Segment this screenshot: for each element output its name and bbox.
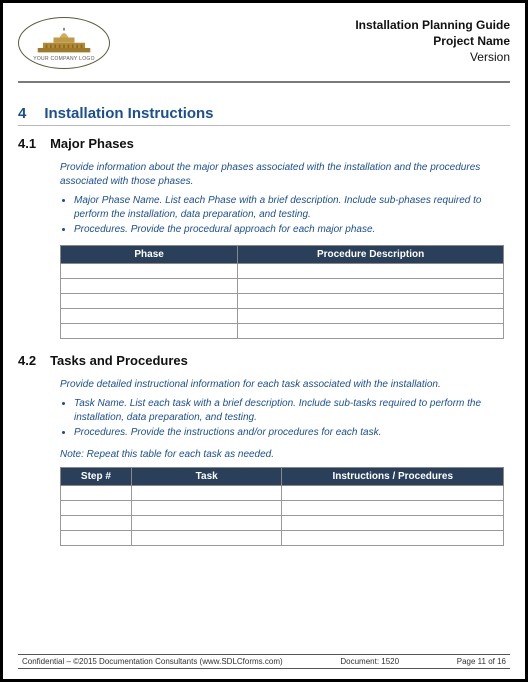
project-name: Project Name bbox=[355, 33, 510, 49]
subsection-title: Tasks and Procedures bbox=[50, 353, 188, 368]
column-header: Instructions / Procedures bbox=[282, 468, 504, 486]
table-header-row: Phase Procedure Description bbox=[61, 245, 504, 263]
document-page: YOUR COMPANY LOGO Installation Planning … bbox=[18, 13, 510, 669]
list-item: Task Name. List each task with a brief d… bbox=[74, 397, 504, 424]
table-row bbox=[61, 486, 504, 501]
table-row bbox=[61, 293, 504, 308]
instruction-list: Task Name. List each task with a brief d… bbox=[60, 397, 504, 440]
instruction-block: Provide detailed instructional informati… bbox=[60, 378, 504, 462]
column-header: Step # bbox=[61, 468, 132, 486]
subsection-number: 4.1 bbox=[18, 136, 36, 151]
section-number: 4 bbox=[18, 105, 26, 122]
section-heading: 4 Installation Instructions bbox=[18, 93, 510, 126]
content-area: 4 Installation Instructions 4.1 Major Ph… bbox=[18, 83, 510, 546]
tasks-table-wrap: Step # Task Instructions / Procedures bbox=[60, 467, 504, 546]
footer-page: Page 11 of 16 bbox=[457, 657, 506, 666]
column-header: Phase bbox=[61, 245, 238, 263]
instruction-list: Major Phase Name. List each Phase with a… bbox=[60, 194, 504, 237]
version-label: Version bbox=[355, 49, 510, 65]
footer-document: Document: 1520 bbox=[340, 657, 399, 666]
table-row bbox=[61, 516, 504, 531]
footer-confidential: Confidential – ©2015 Documentation Consu… bbox=[22, 657, 283, 666]
page-footer: Confidential – ©2015 Documentation Consu… bbox=[18, 654, 510, 669]
table-row bbox=[61, 263, 504, 278]
phases-table: Phase Procedure Description bbox=[60, 245, 504, 339]
list-item: Major Phase Name. List each Phase with a… bbox=[74, 194, 504, 221]
instruction-note: Note: Repeat this table for each task as… bbox=[60, 448, 504, 462]
table-row bbox=[61, 501, 504, 516]
subsection-heading: 4.2 Tasks and Procedures bbox=[18, 353, 510, 368]
column-header: Task bbox=[131, 468, 282, 486]
company-logo: YOUR COMPANY LOGO bbox=[18, 17, 110, 69]
capitol-icon bbox=[34, 27, 94, 55]
subsection-number: 4.2 bbox=[18, 353, 36, 368]
list-item: Procedures. Provide the procedural appro… bbox=[74, 223, 504, 237]
tasks-table: Step # Task Instructions / Procedures bbox=[60, 467, 504, 546]
header-title-block: Installation Planning Guide Project Name… bbox=[355, 17, 510, 66]
table-row bbox=[61, 531, 504, 546]
column-header: Procedure Description bbox=[238, 245, 504, 263]
footer-line: Confidential – ©2015 Documentation Consu… bbox=[18, 654, 510, 669]
instruction-block: Provide information about the major phas… bbox=[60, 161, 504, 237]
list-item: Procedures. Provide the instructions and… bbox=[74, 426, 504, 440]
subsection-title: Major Phases bbox=[50, 136, 134, 151]
instruction-text: Provide information about the major phas… bbox=[60, 161, 504, 188]
phases-table-wrap: Phase Procedure Description bbox=[60, 245, 504, 339]
page-header: YOUR COMPANY LOGO Installation Planning … bbox=[18, 13, 510, 77]
table-row bbox=[61, 278, 504, 293]
logo-caption: YOUR COMPANY LOGO bbox=[33, 56, 95, 62]
instruction-text: Provide detailed instructional informati… bbox=[60, 378, 504, 392]
table-row bbox=[61, 323, 504, 338]
doc-title: Installation Planning Guide bbox=[355, 17, 510, 33]
table-header-row: Step # Task Instructions / Procedures bbox=[61, 468, 504, 486]
subsection-heading: 4.1 Major Phases bbox=[18, 136, 510, 151]
section-title: Installation Instructions bbox=[44, 105, 213, 122]
table-row bbox=[61, 308, 504, 323]
